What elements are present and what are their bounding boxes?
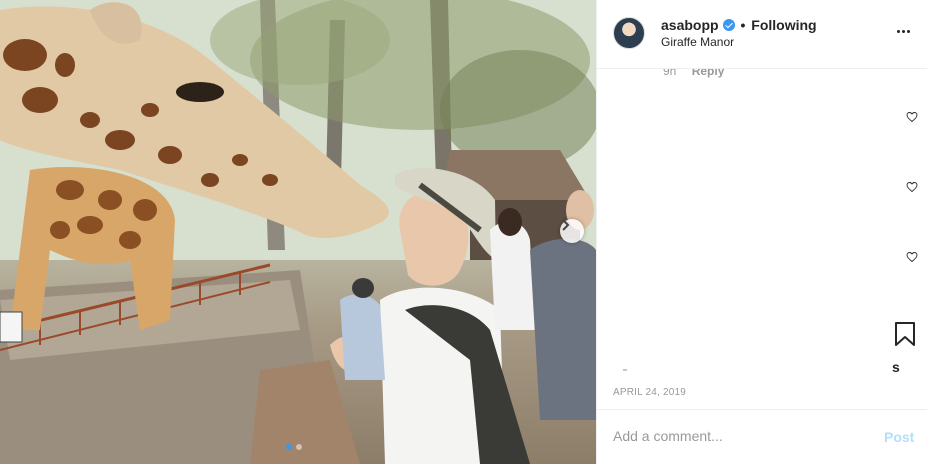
post-comment-button[interactable]: Post — [884, 429, 914, 445]
comment-box: Post — [597, 409, 927, 464]
bookmark-icon[interactable] — [894, 322, 916, 346]
giraffe-kiss-photo — [0, 0, 596, 464]
header-separator: • — [740, 17, 746, 33]
post-date: APRIL 24, 2019 — [613, 387, 687, 398]
likes-count[interactable]: s — [892, 359, 900, 375]
carousel-dot-active — [286, 444, 292, 450]
divider-fragment — [623, 369, 627, 371]
location-link[interactable]: Giraffe Manor — [661, 35, 734, 49]
heart-icon[interactable] — [906, 181, 918, 193]
following-button[interactable]: Following — [751, 17, 816, 33]
next-photo-button[interactable] — [560, 219, 584, 243]
chevron-right-icon — [562, 219, 570, 231]
comment-input[interactable] — [613, 428, 863, 444]
post-photo[interactable] — [0, 0, 596, 464]
more-options-icon[interactable] — [897, 30, 910, 33]
carousel-indicator — [286, 444, 302, 450]
post-side-panel: asabopp • Following Giraffe Manor 9h Rep… — [596, 0, 927, 464]
carousel-dot — [296, 444, 302, 450]
post-header: asabopp • Following Giraffe Manor — [597, 0, 927, 69]
username-line: asabopp • Following — [661, 17, 817, 33]
avatar[interactable] — [613, 17, 645, 49]
username-link[interactable]: asabopp — [661, 17, 719, 33]
verified-badge-icon — [722, 19, 735, 31]
heart-icon[interactable] — [906, 251, 918, 263]
heart-icon[interactable] — [906, 111, 918, 123]
